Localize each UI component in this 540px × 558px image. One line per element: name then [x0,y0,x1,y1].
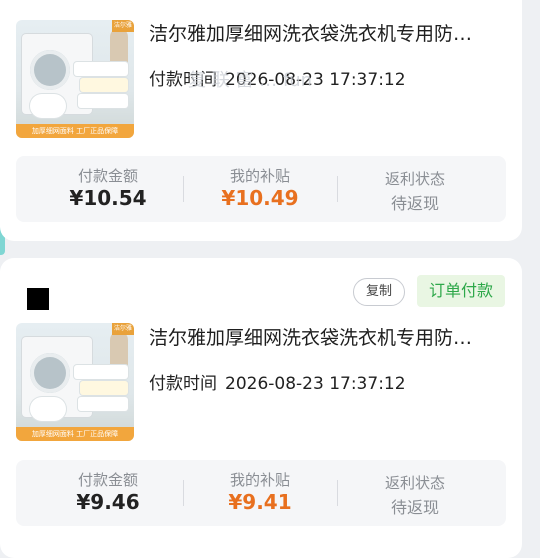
pay-amount-value: ¥9.46 [76,490,140,514]
order-card: 洁尔雅 加厚细网面料 工厂正品保障 洁尔雅加厚细网洗衣袋洗衣机专用防… 付款时间… [0,0,522,241]
subsidy-label: 我的补贴 [229,167,290,185]
product-title[interactable]: 洁尔雅加厚细网洗衣袋洗衣机专用防… [149,21,499,47]
laundry-bag-graphic [80,78,128,92]
brand-badge: 洁尔雅 [112,20,134,32]
order-stats-panel: 付款金额 ¥9.46 我的补贴 ¥9.41 返利状态 待返现 [16,460,506,526]
pay-amount-value: ¥10.54 [69,186,147,210]
pay-amount-stat: 付款金额 ¥10.54 [33,156,183,222]
subsidy-value: ¥9.41 [228,490,292,514]
divider [337,480,338,506]
rebate-status-label: 返利状态 [384,474,445,492]
order-status-tag: 订单付款 [417,275,505,307]
laundry-bag-graphic [78,94,128,108]
watermark-text: 复 联 富 … fun [188,70,313,91]
rebate-status-value: 待返现 [390,498,439,517]
laundry-bag-graphic [30,94,66,118]
subsidy-label: 我的补贴 [229,471,290,489]
thumbnail-banner: 加厚细网面料 工厂正品保障 [16,124,134,138]
laundry-bag-graphic [80,381,128,395]
pay-time-row: 付款时间 2026-08-23 17:37:12 [149,369,406,394]
thumbnail-banner: 加厚细网面料 工厂正品保障 [16,427,134,441]
redacted-shop-icon [27,288,49,310]
order-stats-panel: 付款金额 ¥10.54 我的补贴 ¥10.49 返利状态 待返现 [16,156,506,222]
pay-time-label: 付款时间 [149,374,217,394]
laundry-bag-graphic [78,397,128,411]
subsidy-value: ¥10.49 [221,186,299,210]
brand-badge: 洁尔雅 [112,323,134,335]
subsidy-stat: 我的补贴 ¥10.49 [185,156,335,222]
machine-door-graphic [30,50,70,90]
divider [183,176,184,202]
machine-door-graphic [30,353,70,393]
order-card: 复制 订单付款 洁尔雅 加厚细网面料 工厂正品保障 洁尔雅加厚细网洗衣袋洗衣机专… [0,258,522,558]
laundry-bag-graphic [74,365,128,379]
pay-amount-stat: 付款金额 ¥9.46 [33,460,183,526]
divider [337,176,338,202]
copy-button[interactable]: 复制 [353,278,405,306]
rebate-status-stat: 返利状态 待返现 [340,156,490,222]
divider [183,480,184,506]
pay-amount-label: 付款金额 [77,167,138,185]
rebate-status-label: 返利状态 [384,170,445,188]
product-thumbnail[interactable]: 洁尔雅 加厚细网面料 工厂正品保障 [16,20,134,138]
laundry-bag-graphic [30,397,66,421]
rebate-status-value: 待返现 [390,194,439,213]
pay-time-value: 2026-08-23 17:37:12 [225,374,406,394]
laundry-bag-graphic [74,62,128,76]
pay-amount-label: 付款金额 [77,471,138,489]
rebate-status-stat: 返利状态 待返现 [340,460,490,526]
product-thumbnail[interactable]: 洁尔雅 加厚细网面料 工厂正品保障 [16,323,134,441]
product-title[interactable]: 洁尔雅加厚细网洗衣袋洗衣机专用防… [149,325,499,351]
subsidy-stat: 我的补贴 ¥9.41 [185,460,335,526]
